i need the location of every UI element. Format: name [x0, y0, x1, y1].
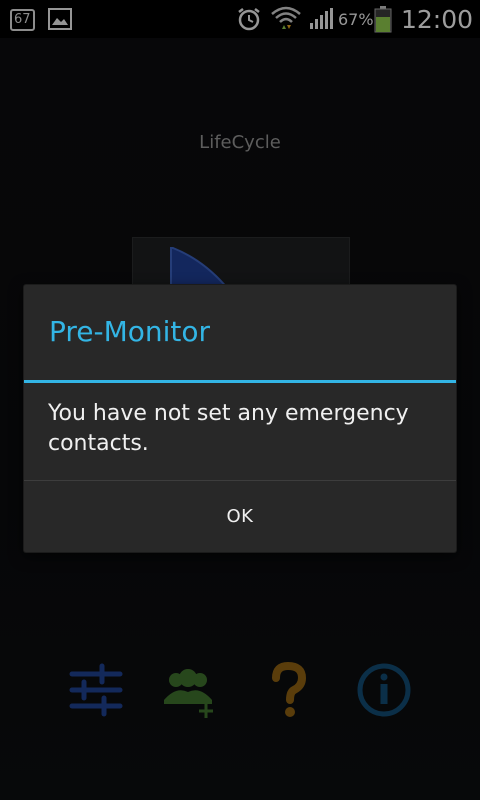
ok-button[interactable]: OK: [24, 481, 456, 552]
dialog-title: Pre-Monitor: [49, 315, 211, 348]
pre-monitor-dialog: Pre-Monitor You have not set any emergen…: [24, 285, 456, 552]
dialog-title-divider: [24, 380, 456, 383]
screen: 67 67% 12:00 LifeCycle Pre-Monitor You h…: [0, 0, 480, 800]
dialog-message: You have not set any emergency contacts.: [48, 401, 409, 456]
